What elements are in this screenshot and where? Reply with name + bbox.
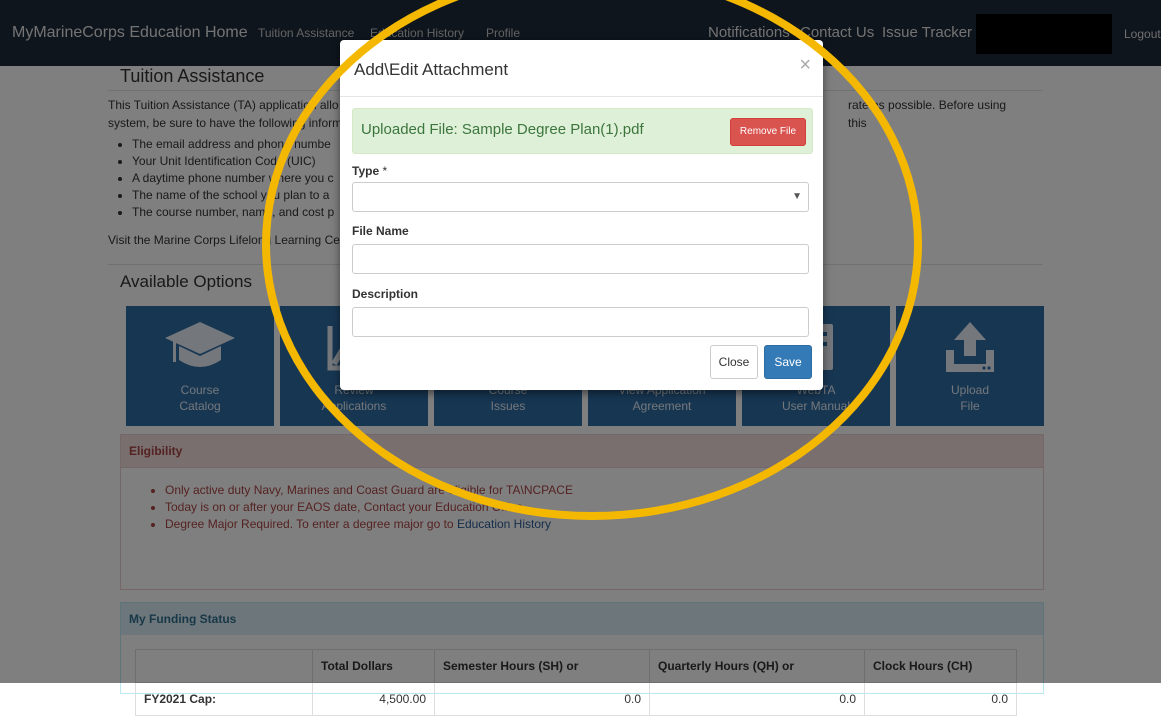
- add-edit-attachment-modal: Add\Edit Attachment × Uploaded File: Sam…: [340, 40, 823, 390]
- modal-header: Add\Edit Attachment ×: [340, 40, 823, 97]
- close-icon[interactable]: ×: [799, 54, 811, 77]
- modal-title: Add\Edit Attachment: [354, 60, 509, 79]
- chevron-down-icon: ▼: [792, 191, 802, 202]
- quarterly-hours-cell: 0.0: [649, 682, 865, 716]
- file-name-input[interactable]: [352, 244, 809, 274]
- remove-file-button[interactable]: Remove File: [730, 118, 806, 146]
- uploaded-file-text: Uploaded File: Sample Degree Plan(1).pdf: [361, 121, 644, 138]
- type-label: Type *: [352, 164, 387, 178]
- description-label: Description: [352, 287, 419, 301]
- table-row: FY2021 Cap: 4,500.00 0.0 0.0 0.0: [135, 682, 1017, 716]
- file-name-label: File Name: [352, 224, 409, 238]
- clock-hours-cell: 0.0: [864, 682, 1017, 716]
- type-select[interactable]: ▼: [352, 182, 809, 212]
- type-label-text: Type: [352, 164, 380, 178]
- description-input[interactable]: [352, 307, 809, 337]
- required-marker: *: [379, 164, 388, 178]
- uploaded-file-alert: Uploaded File: Sample Degree Plan(1).pdf…: [352, 108, 813, 154]
- close-button[interactable]: Close: [710, 345, 758, 379]
- total-dollars-cell: 4,500.00: [312, 682, 435, 716]
- save-button[interactable]: Save: [764, 345, 812, 379]
- semester-hours-cell: 0.0: [434, 682, 650, 716]
- row-label: FY2021 Cap:: [135, 682, 313, 716]
